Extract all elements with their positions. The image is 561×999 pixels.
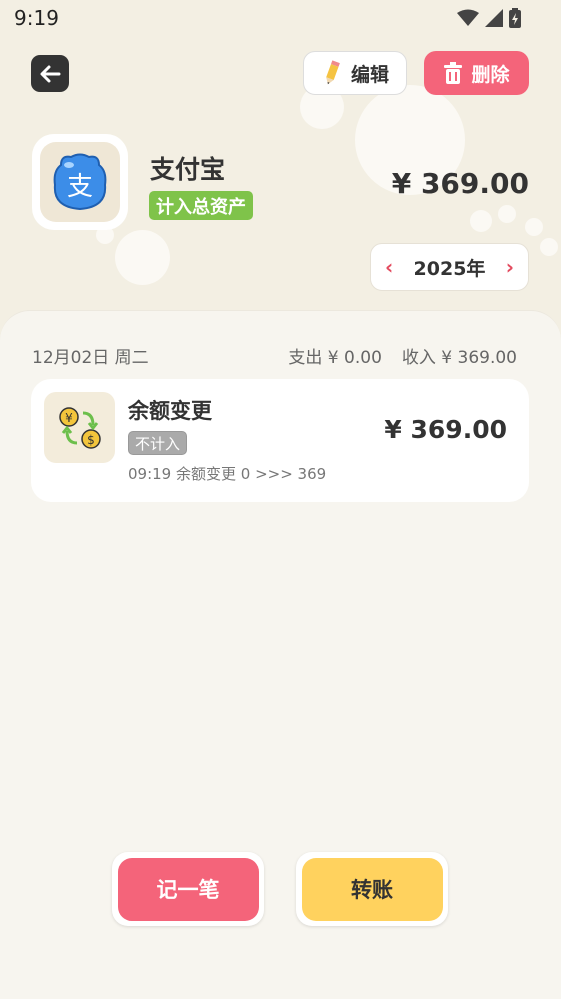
alipay-pouch-icon: 支 [53,153,107,211]
pencil-icon [326,60,340,85]
transfer-button[interactable]: 转账 [301,857,443,921]
battery-icon [509,8,521,28]
balance-change-icon: ¥ $ [44,392,115,463]
delete-button[interactable]: 删除 [424,51,529,95]
exchange-coins-icon: ¥ $ [58,406,101,449]
edit-label: 编辑 [350,63,389,86]
day-expense: 支出 ¥ 0.00 [288,348,382,368]
wifi-icon [457,9,479,26]
svg-text:$: $ [87,433,95,447]
signal-icon [485,9,503,27]
record-button[interactable]: 记一笔 [117,857,259,921]
status-time: 9:19 [14,6,59,30]
account-icon-frame: 支 [32,134,128,230]
day-income: 收入 ¥ 369.00 [401,348,517,368]
status-icons [457,8,521,28]
decor-circle [540,238,558,256]
record-button-label: 记一笔 [156,878,220,902]
account-balance: ¥ 369.00 [391,167,529,200]
chevron-left-icon[interactable]: ‹ [385,255,393,279]
record-title: 余额变更 [128,399,212,423]
transfer-button-frame: 转账 [296,852,448,926]
record-button-frame: 记一笔 [112,852,264,926]
record-detail: 09:19 余额变更 0 >>> 369 [128,465,327,483]
year-selector: ‹ 2025年 › [370,243,529,291]
edit-button[interactable]: 编辑 [303,51,407,95]
alipay-icon-char: 支 [67,172,93,202]
year-label: 2025年 [413,257,486,280]
svg-text:¥: ¥ [65,411,73,425]
delete-label: 删除 [471,63,510,86]
date-label: 12月02日 周二 [32,348,149,368]
record-amount: ¥ 369.00 [384,415,507,444]
transfer-button-label: 转账 [351,878,393,902]
asset-tag: 计入总资产 [149,191,253,220]
decor-circle [470,210,492,232]
trash-icon [444,62,463,84]
decor-circle [525,218,543,236]
day-summary: 支出 ¥ 0.00 收入 ¥ 369.00 [288,343,517,368]
decor-circle [115,230,170,285]
arrow-left-icon [40,65,61,82]
alipay-icon: 支 [40,142,120,222]
decor-circle [498,205,516,223]
record-tag: 不计入 [128,431,188,455]
account-name: 支付宝 [150,155,226,184]
chevron-right-icon[interactable]: › [506,255,514,279]
back-button[interactable] [31,55,69,92]
